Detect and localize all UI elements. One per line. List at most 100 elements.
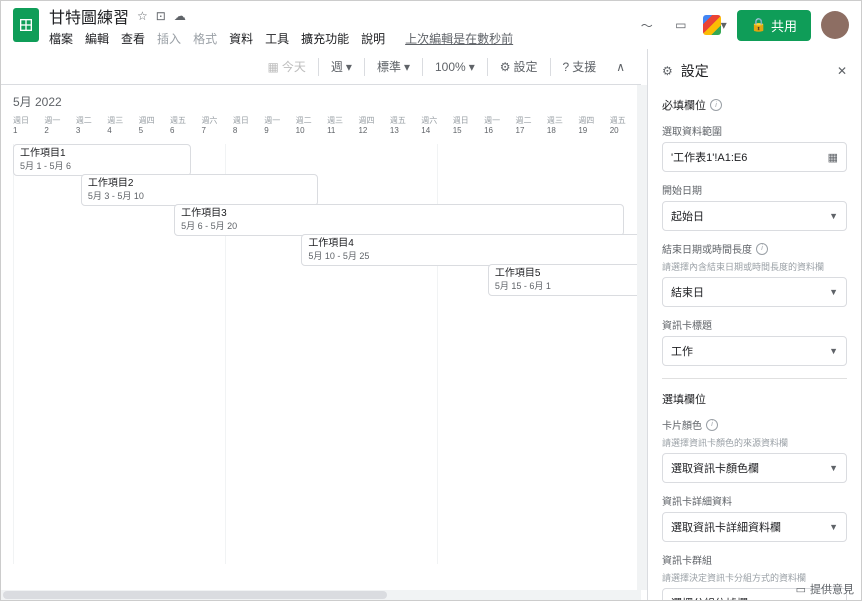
support-label: 支援 (572, 58, 596, 75)
day-column: 週三18 (547, 116, 578, 136)
feedback-label: 提供意見 (810, 581, 854, 597)
header-right: 〜 ▭ ▾ 🔒 共用 (635, 10, 849, 41)
range-label: 選取資料範圍 (662, 123, 847, 138)
day-column: 週四5 (139, 116, 170, 136)
day-column: 週一9 (264, 116, 295, 136)
close-icon[interactable]: ✕ (837, 64, 847, 78)
day-column: 週五6 (170, 116, 201, 136)
lock-icon: 🔒 (751, 17, 767, 33)
day-column: 週日15 (453, 116, 484, 136)
share-label: 共用 (771, 16, 797, 35)
start-date-label: 開始日期 (662, 182, 847, 197)
gear-icon: ⚙ (500, 60, 511, 74)
main-area: 5月 2022 週日1週一2週二3週三4週四5週五6週六7週日8週一9週二10週… (1, 85, 861, 600)
end-date-hint: 請選擇內含結束日期或時間長度的資料欄 (662, 260, 847, 273)
chevron-down-icon: ▼ (829, 598, 838, 600)
horizontal-scrollbar[interactable] (1, 590, 641, 600)
group-value: 選擇分組依據欄 (671, 595, 748, 600)
day-column: 週六7 (201, 116, 232, 136)
menu-help[interactable]: 說明 (361, 30, 385, 47)
day-column: 週三11 (327, 116, 358, 136)
menu-tools[interactable]: 工具 (265, 30, 289, 47)
chevron-down-icon: ▼ (829, 522, 838, 532)
comment-icon[interactable]: ▭ (669, 13, 693, 37)
detail-value: 選取資訊卡詳細資料欄 (671, 519, 781, 535)
gear-icon: ⚙ (662, 64, 673, 78)
info-icon[interactable]: i (710, 99, 722, 111)
task-bar[interactable]: 工作項目15月 1 - 5月 6 (13, 144, 191, 176)
menu-file[interactable]: 檔案 (49, 30, 73, 47)
menu-format[interactable]: 格式 (193, 30, 217, 47)
zoom-label: 100% (435, 60, 466, 74)
day-column: 週四19 (578, 116, 609, 136)
end-date-label: 結束日期或時間長度 i (662, 241, 847, 256)
day-column: 週日1 (13, 116, 44, 136)
support-button[interactable]: ? 支援 (555, 54, 605, 79)
day-column: 週六14 (421, 116, 452, 136)
menu-extensions[interactable]: 擴充功能 (301, 30, 349, 47)
chevron-down-icon: ▼ (829, 211, 838, 221)
task-bar[interactable]: 工作項目25月 3 - 5月 10 (81, 174, 318, 206)
day-column: 週二3 (76, 116, 107, 136)
settings-label: 設定 (513, 58, 537, 75)
avatar[interactable] (821, 11, 849, 39)
document-title[interactable]: 甘特圖練習 (49, 4, 129, 28)
menu-view[interactable]: 查看 (121, 30, 145, 47)
app-header: 甘特圖練習 ☆ ⊡ ☁ 檔案 編輯 查看 插入 格式 資料 工具 擴充功能 說明… (1, 1, 861, 49)
range-input[interactable]: '工作表1'!A1:E6 ▦ (662, 142, 847, 172)
detail-select[interactable]: 選取資訊卡詳細資料欄 ▼ (662, 512, 847, 542)
sidebar-title: 設定 (681, 61, 709, 81)
today-button[interactable]: ▦ 今天 (260, 54, 314, 79)
zoom-select[interactable]: 100% ▾ (427, 56, 483, 78)
today-label: 今天 (282, 58, 306, 75)
collapse-button[interactable]: ∧ (608, 56, 633, 78)
meet-icon[interactable]: ▾ (703, 13, 727, 37)
group-label: 資訊卡群組 (662, 552, 847, 567)
required-section-title: 必填欄位 i (662, 97, 847, 113)
feedback-button[interactable]: ▭ 提供意見 (796, 581, 854, 597)
color-value: 選取資訊卡顏色欄 (671, 460, 759, 476)
menu-bar: 檔案 編輯 查看 插入 格式 資料 工具 擴充功能 說明 上次編輯是在數秒前 (49, 30, 635, 47)
info-icon[interactable]: i (756, 243, 768, 255)
help-icon: ? (563, 60, 570, 74)
info-icon[interactable]: i (706, 419, 718, 431)
share-button[interactable]: 🔒 共用 (737, 10, 811, 41)
day-column: 週二10 (296, 116, 327, 136)
end-date-value: 結束日 (671, 284, 704, 300)
menu-data[interactable]: 資料 (229, 30, 253, 47)
day-column: 週五13 (390, 116, 421, 136)
activity-icon[interactable]: 〜 (635, 13, 659, 37)
end-date-select[interactable]: 結束日 ▼ (662, 277, 847, 307)
card-title-value: 工作 (671, 343, 693, 359)
density-select[interactable]: 標準 ▾ (369, 54, 418, 79)
menu-insert[interactable]: 插入 (157, 30, 181, 47)
cloud-icon[interactable]: ☁ (174, 9, 186, 23)
color-select[interactable]: 選取資訊卡顏色欄 ▼ (662, 453, 847, 483)
task-bar[interactable]: 工作項目35月 6 - 5月 20 (174, 204, 623, 236)
start-date-value: 起始日 (671, 208, 704, 224)
grid-icon[interactable]: ▦ (828, 151, 838, 164)
settings-button[interactable]: ⚙ 設定 (492, 54, 546, 79)
card-title-label: 資訊卡標題 (662, 317, 847, 332)
timeline-toolbar: ▦ 今天 週 ▾ 標準 ▾ 100% ▾ ⚙ 設定 ? 支援 ∧ (1, 49, 641, 85)
day-column: 週三4 (107, 116, 138, 136)
day-column: 週日8 (233, 116, 264, 136)
menu-edit[interactable]: 編輯 (85, 30, 109, 47)
color-hint: 請選擇資訊卡顏色的來源資料欄 (662, 436, 847, 449)
chevron-down-icon: ▼ (829, 287, 838, 297)
optional-section-title: 選填欄位 (662, 391, 847, 407)
chevron-down-icon: ▼ (829, 346, 838, 356)
week-select[interactable]: 週 ▾ (323, 54, 360, 79)
star-icon[interactable]: ☆ (137, 9, 148, 23)
day-column: 週一16 (484, 116, 515, 136)
card-title-select[interactable]: 工作 ▼ (662, 336, 847, 366)
title-area: 甘特圖練習 ☆ ⊡ ☁ 檔案 編輯 查看 插入 格式 資料 工具 擴充功能 說明… (49, 4, 635, 47)
move-icon[interactable]: ⊡ (156, 9, 166, 23)
calendar-icon: ▦ (268, 60, 279, 74)
feedback-icon: ▭ (796, 583, 806, 596)
day-column: 週一2 (44, 116, 75, 136)
last-edit-link[interactable]: 上次編輯是在數秒前 (405, 30, 513, 47)
sheets-logo[interactable] (13, 8, 39, 42)
vertical-scrollbar[interactable] (637, 85, 647, 590)
start-date-select[interactable]: 起始日 ▼ (662, 201, 847, 231)
